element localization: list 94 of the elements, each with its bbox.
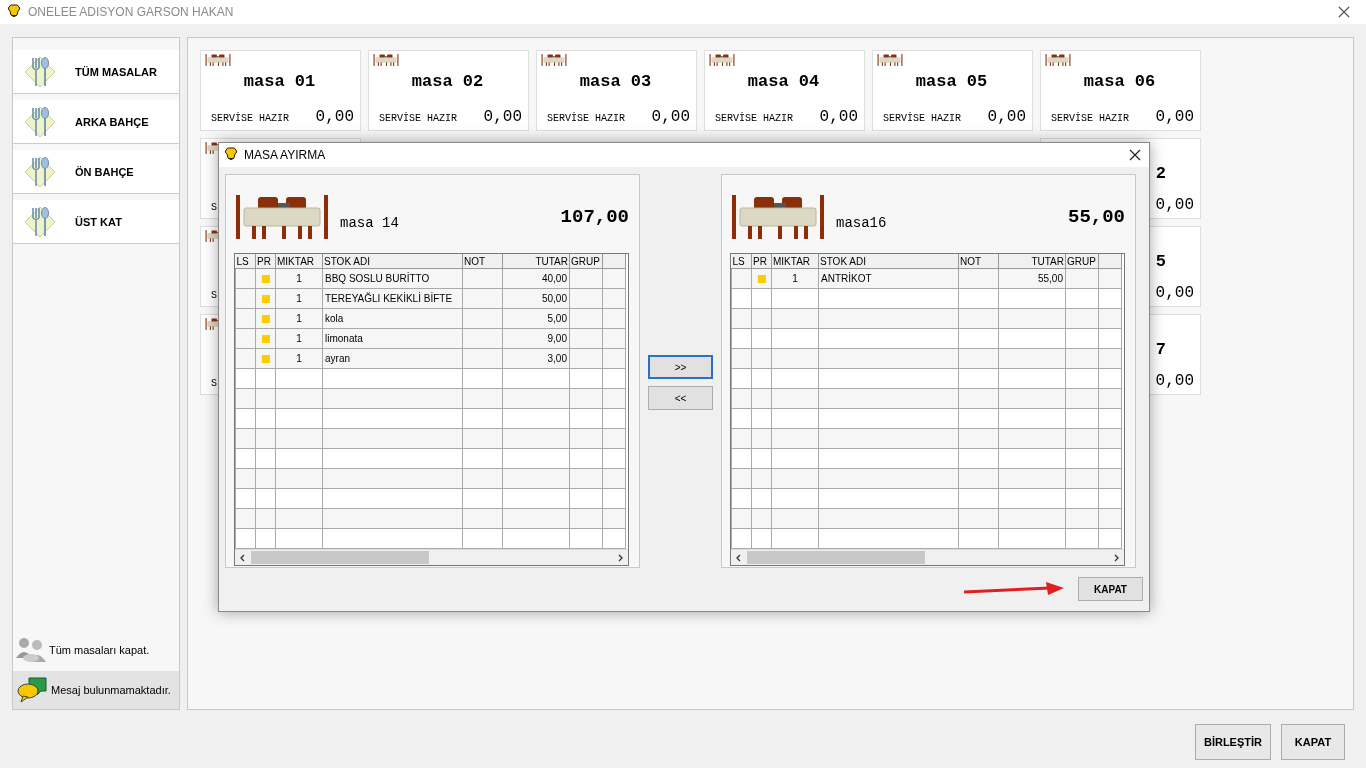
table-status: SERVİSE HAZIR [379,113,457,124]
move-button[interactable]: >> [648,355,713,379]
table-status: S [211,378,217,389]
column-header[interactable]: GRUP [569,254,603,269]
scroll-thumb[interactable] [251,551,429,564]
dialog-logo-icon [223,147,239,163]
close-button[interactable]: KAPAT [1078,577,1143,601]
scroll-right-icon[interactable] [1112,553,1120,562]
area-label: ARKA BAHÇE [75,115,149,128]
table-name: masa 03 [578,72,653,91]
column-header[interactable]: GRUP [1065,254,1099,269]
table-amount: 0,00 [1155,372,1194,390]
window-title: ONELEE ADISYON GARSON HAKAN [28,5,234,19]
close-icon[interactable] [1338,6,1350,18]
table-name: masa 14 [340,215,399,231]
dining-table-icon [373,54,399,66]
table-name: 5 [1155,252,1166,271]
table-amount: 0,00 [651,108,690,126]
scroll-right-icon[interactable] [616,553,624,562]
area-label: TÜM MASALAR [75,65,157,78]
column-header[interactable]: NOT [462,254,503,269]
area-label: ÜST KAT [75,215,122,228]
people-icon [15,636,47,664]
dining-table-icon [709,54,735,66]
table-name: masa 05 [914,72,989,91]
close-all-tables-link[interactable]: Tüm masaları kapat. [49,644,150,656]
scroll-thumb[interactable] [747,551,925,564]
table-amount: 0,00 [1155,108,1194,126]
dining-table-icon [205,54,231,66]
dining-table-icon [877,54,903,66]
table-card[interactable]: masa 05 SERVİSE HAZIR 0,00 [872,50,1033,131]
column-header[interactable]: NOT [958,254,999,269]
table-status: SERVİSE HAZIR [211,113,289,124]
column-header[interactable]: PR [751,254,772,269]
table-status: SERVİSE HAZIR [715,113,793,124]
table-amount: 0,00 [1155,196,1194,214]
area-item[interactable]: ARKA BAHÇE [13,100,179,144]
table-name: masa 04 [746,72,821,91]
chat-bubbles-icon [17,677,47,703]
cutlery-icon [23,54,57,89]
column-header[interactable]: LS [235,254,256,269]
table-card[interactable]: masa 04 SERVİSE HAZIR 0,00 [704,50,865,131]
column-header[interactable]: STOK ADI [322,254,463,269]
dining-table-icon [541,54,567,66]
table-name: masa 06 [1082,72,1157,91]
table-name: masa16 [836,215,887,231]
cutlery-icon [23,104,57,139]
message-text: Mesaj bulunmamaktadır. [51,684,171,696]
table-name: masa 01 [242,72,317,91]
column-header[interactable]: TUTAR [998,254,1066,269]
area-item[interactable]: ÖN BAHÇE [13,150,179,194]
footer-button[interactable]: KAPAT [1281,724,1345,760]
table-amount: 0,00 [819,108,858,126]
area-item[interactable]: TÜM MASALAR [13,50,179,94]
table-name: 7 [1155,340,1166,359]
dining-table-icon [1045,54,1071,66]
table-amount: 0,00 [1155,284,1194,302]
table-card[interactable]: masa 01 SERVİSE HAZIR 0,00 [200,50,361,131]
column-header[interactable]: LS [731,254,752,269]
area-label: ÖN BAHÇE [75,165,134,178]
cutlery-icon [23,154,57,189]
table-status: SERVİSE HAZIR [883,113,961,124]
app-logo-icon [6,4,22,20]
table-amount: 0,00 [987,108,1026,126]
horizontal-scrollbar[interactable] [731,549,1124,565]
table-card[interactable]: masa 02 SERVİSE HAZIR 0,00 [368,50,529,131]
column-header[interactable]: MIKTAR [275,254,323,269]
cutlery-icon [23,204,57,239]
column-header[interactable]: PR [255,254,276,269]
dining-table-icon [730,195,826,239]
column-header[interactable]: TUTAR [502,254,570,269]
table-amount: 0,00 [315,108,354,126]
dining-table-icon [234,195,330,239]
horizontal-scrollbar[interactable] [235,549,628,565]
scroll-left-icon[interactable] [239,553,247,562]
column-header[interactable]: STOK ADI [818,254,959,269]
table-card[interactable]: masa 03 SERVİSE HAZIR 0,00 [536,50,697,131]
table-status: SERVİSE HAZIR [547,113,625,124]
table-total: 55,00 [1068,206,1125,228]
dialog-title: MASA AYIRMA [244,148,326,162]
scroll-left-icon[interactable] [735,553,743,562]
column-header[interactable]: MIKTAR [771,254,819,269]
table-status: S [211,202,217,213]
area-item[interactable]: ÜST KAT [13,200,179,244]
table-name: 2 [1155,164,1166,183]
close-icon[interactable] [1129,149,1141,161]
table-status: SERVİSE HAZIR [1051,113,1129,124]
table-amount: 0,00 [483,108,522,126]
table-total: 107,00 [560,206,629,228]
table-status: S [211,290,217,301]
footer-button[interactable]: BİRLEŞTİR [1194,724,1271,760]
table-card[interactable]: masa 06 SERVİSE HAZIR 0,00 [1040,50,1201,131]
table-name: masa 02 [410,72,485,91]
move-button[interactable]: << [648,386,713,410]
